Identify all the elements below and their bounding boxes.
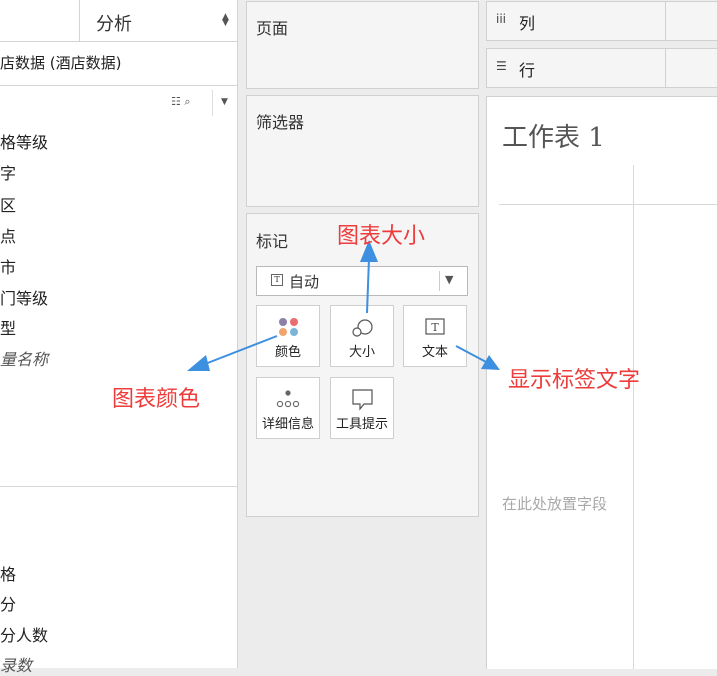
detail-button[interactable]: 详细信息: [256, 377, 320, 439]
dimension-field[interactable]: 市: [0, 254, 16, 278]
mark-type-dropdown[interactable]: T 自动 ▼: [256, 266, 468, 296]
mark-type-value: 自动: [289, 273, 320, 291]
field-list-view-icon[interactable]: ☷ ⌕: [171, 95, 191, 109]
data-pane: 分析 ▲ ▼ 店数据 (酒店数据) ☷ ⌕ ▼ 格等级 字 区 点 市 门等级 型…: [0, 0, 238, 675]
filters-shelf[interactable]: 筛选器: [246, 95, 479, 207]
dimension-field[interactable]: 门等级: [0, 285, 48, 309]
filters-title: 筛选器: [256, 113, 305, 132]
rows-label: 行: [519, 61, 536, 80]
size-annotation: 图表大小: [337, 224, 426, 249]
divider: [0, 85, 237, 86]
marks-title: 标记: [256, 232, 289, 251]
dimension-field[interactable]: 量名称: [0, 346, 48, 370]
divider: [212, 90, 213, 116]
measure-field[interactable]: 分人数: [0, 622, 48, 646]
pages-shelf[interactable]: 页面: [246, 1, 479, 89]
text-button[interactable]: T 文本: [403, 305, 467, 367]
text-label: 文本: [421, 345, 448, 360]
measure-field[interactable]: 分: [0, 591, 16, 615]
columns-shelf[interactable]: iii 列: [486, 1, 717, 41]
tooltip-button[interactable]: 工具提示: [330, 377, 394, 439]
color-palette-icon: [279, 318, 298, 336]
divider: [0, 486, 237, 487]
tab-analysis[interactable]: 分析: [96, 10, 132, 36]
divider: [665, 49, 666, 87]
tab-scroll-icon[interactable]: ▲ ▼: [222, 13, 229, 28]
measure-field[interactable]: 录数: [0, 652, 32, 676]
rows-icon: ☰: [496, 59, 507, 73]
sheet-title[interactable]: 工作表 1: [502, 117, 605, 154]
rows-shelf[interactable]: ☰ 行: [486, 48, 717, 88]
columns-label: 列: [519, 14, 536, 33]
drop-field-hint: 在此处放置字段: [502, 495, 608, 513]
size-circles-icon: [352, 319, 373, 337]
tooltip-bubble-icon: [352, 389, 373, 411]
pages-title: 页面: [256, 19, 289, 38]
dimension-field[interactable]: 字: [0, 160, 16, 184]
dimension-field[interactable]: 型: [0, 315, 16, 339]
label-annotation: 显示标签文字: [508, 368, 641, 393]
dimension-field[interactable]: 点: [0, 223, 16, 247]
text-type-icon: T: [271, 274, 283, 286]
detail-dots-icon: [276, 390, 300, 408]
tab-divider: [79, 0, 80, 41]
dimension-field[interactable]: 区: [0, 192, 16, 216]
divider: [633, 165, 634, 669]
divider: [665, 2, 666, 40]
tooltip-label: 工具提示: [335, 417, 388, 432]
color-label: 颜色: [274, 345, 301, 360]
divider: [499, 204, 717, 205]
color-button[interactable]: 颜色: [256, 305, 320, 367]
size-label: 大小: [348, 345, 375, 360]
chevron-down-icon[interactable]: ▼: [221, 97, 228, 107]
detail-label: 详细信息: [261, 417, 314, 432]
chevron-down-icon: ▼: [445, 273, 454, 286]
measure-field[interactable]: 格: [0, 561, 16, 585]
datasource-name[interactable]: 店数据 (酒店数据): [0, 52, 121, 73]
divider: [439, 271, 440, 291]
svg-text:T: T: [431, 321, 439, 334]
text-label-icon: T: [425, 318, 445, 335]
dimension-field[interactable]: 格等级: [0, 129, 48, 153]
size-button[interactable]: 大小: [330, 305, 394, 367]
color-annotation: 图表颜色: [112, 387, 201, 412]
columns-icon: iii: [496, 12, 507, 26]
